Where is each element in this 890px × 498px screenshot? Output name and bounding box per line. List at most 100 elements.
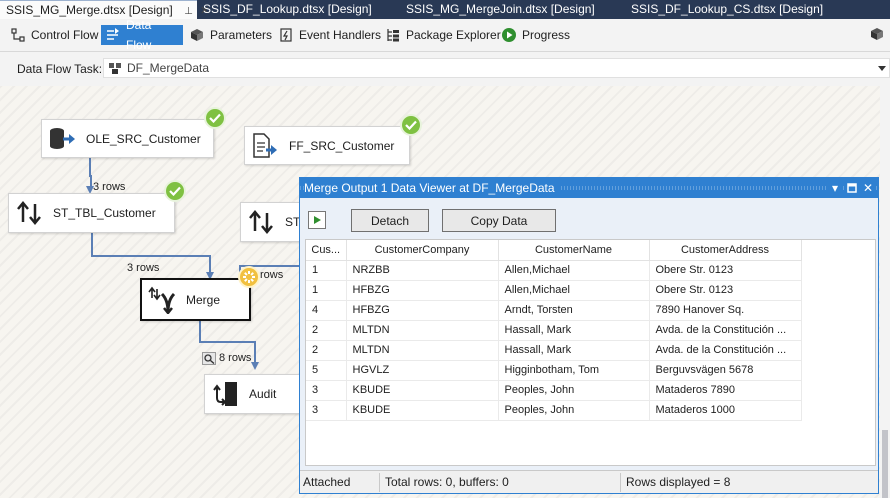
table-cell: HGVLZ <box>346 360 499 381</box>
component-label: FF_SRC_Customer <box>289 138 395 153</box>
flat-file-source-icon <box>251 132 279 160</box>
component-st-tbl-customer[interactable]: ST_TBL_Customer <box>8 193 175 233</box>
data-flow-label: Data Flow <box>126 18 152 52</box>
column-header-cus[interactable]: Cus... <box>306 240 347 261</box>
column-header-customer-name[interactable]: CustomerName <box>498 240 650 261</box>
table-cell: Hassall, Mark <box>498 340 650 361</box>
table-cell: 3 <box>306 400 347 421</box>
table-cell: Higginbotham, Tom <box>498 360 650 381</box>
table-cell: 7890 Hanover Sq. <box>649 300 802 321</box>
data-table: Cus... CustomerCompany CustomerName Cust… <box>306 240 802 421</box>
progress-tab[interactable]: Progress <box>497 25 574 45</box>
component-st-2[interactable]: ST <box>240 202 302 242</box>
component-label: Merge <box>186 292 221 307</box>
copy-data-button[interactable]: Copy Data <box>442 209 556 232</box>
component-merge[interactable]: Merge <box>140 278 251 321</box>
tab-ssis-mg-mergejoin[interactable]: SSIS_MG_MergeJoin.dtsx [Design] <box>400 0 625 19</box>
package-explorer-tab[interactable]: Package Explorer <box>381 25 505 45</box>
table-cell: 2 <box>306 320 347 341</box>
control-flow-label: Control Flow <box>31 28 99 42</box>
merge-icon <box>148 286 176 314</box>
table-cell: 5 <box>306 360 347 381</box>
data-viewer-magnifier-icon[interactable] <box>202 352 216 365</box>
data-viewer-title-bar[interactable]: Merge Output 1 Data Viewer at DF_MergeDa… <box>300 178 878 198</box>
table-cell: Allen,Michael <box>498 280 650 301</box>
table-cell: Arndt, Torsten <box>498 300 650 321</box>
parameters-icon <box>189 27 205 43</box>
table-row[interactable]: 2 MLTDN Hassall, Mark Avda. de la Consti… <box>306 340 802 361</box>
close-icon[interactable]: ✕ <box>861 181 875 195</box>
table-cell: NRZBB <box>346 260 499 281</box>
table-cell: Berguvsvägen 5678 <box>649 360 802 381</box>
column-header-customer-address[interactable]: CustomerAddress <box>649 240 802 261</box>
table-row[interactable]: 1 NRZBB Allen,Michael Obere Str. 0123 <box>306 260 802 281</box>
path-label-merge-to-audit: 8 rows <box>219 352 252 364</box>
component-ff-src-customer[interactable]: FF_SRC_Customer <box>244 126 410 165</box>
detach-button[interactable]: Detach <box>351 209 429 232</box>
table-cell: Avda. de la Constitución ... <box>649 320 802 341</box>
window-menu-chevron-icon[interactable]: ▾ <box>828 181 842 195</box>
table-row[interactable]: 3 KBUDE Peoples, John Mataderos 1000 <box>306 400 802 421</box>
component-audit[interactable]: Audit <box>204 374 302 414</box>
table-cell: KBUDE <box>346 400 499 421</box>
component-label: OLE_SRC_Customer <box>86 131 201 146</box>
tab-label: SSIS_DF_Lookup.dtsx [Design] <box>203 2 372 16</box>
status-total-rows: Total rows: 0, buffers: 0 <box>385 475 509 489</box>
tab-ssis-df-lookup[interactable]: SSIS_DF_Lookup.dtsx [Design] <box>197 0 400 19</box>
success-check-icon <box>400 114 422 136</box>
continue-execution-button[interactable] <box>308 211 326 229</box>
table-row[interactable]: 1 HFBZG Allen,Michael Obere Str. 0123 <box>306 280 802 301</box>
control-flow-icon <box>10 27 26 43</box>
data-viewer-title: Merge Output 1 Data Viewer at DF_MergeDa… <box>304 181 561 195</box>
table-cell: 4 <box>306 300 347 321</box>
event-handlers-icon <box>278 27 294 43</box>
path-label-st-to-merge: 3 rows <box>127 262 160 274</box>
table-cell: Allen,Michael <box>498 260 650 281</box>
table-cell: MLTDN <box>346 340 499 361</box>
table-cell: MLTDN <box>346 320 499 341</box>
sort-icon <box>15 199 43 227</box>
data-flow-task-select[interactable] <box>103 58 890 78</box>
column-header-customer-company[interactable]: CustomerCompany <box>346 240 499 261</box>
data-flow-task-icon <box>109 63 121 74</box>
sort-icon <box>247 208 275 236</box>
table-row[interactable]: 5 HGVLZ Higginbotham, Tom Berguvsvägen 5… <box>306 360 802 381</box>
event-handlers-tab[interactable]: Event Handlers <box>274 25 385 45</box>
table-header-row: Cus... CustomerCompany CustomerName Cust… <box>306 240 802 261</box>
parameters-tab[interactable]: Parameters <box>185 25 276 45</box>
maximize-icon[interactable] <box>845 181 859 195</box>
tab-ssis-df-lookup-cs[interactable]: SSIS_DF_Lookup_CS.dtsx [Design] <box>625 0 850 19</box>
control-flow-tab[interactable]: Control Flow <box>6 25 102 45</box>
table-row[interactable]: 3 KBUDE Peoples, John Mataderos 7890 <box>306 380 802 401</box>
table-cell: HFBZG <box>346 280 499 301</box>
chevron-down-icon[interactable] <box>878 66 886 71</box>
tab-label: SSIS_MG_MergeJoin.dtsx [Design] <box>406 2 595 16</box>
table-cell: Hassall, Mark <box>498 320 650 341</box>
table-cell: KBUDE <box>346 380 499 401</box>
status-attached: Attached <box>303 475 351 489</box>
package-explorer-icon <box>385 27 401 43</box>
data-viewer-grid[interactable]: Cus... CustomerCompany CustomerName Cust… <box>305 239 876 466</box>
scrollbar-thumb[interactable] <box>882 430 888 498</box>
progress-label: Progress <box>522 28 571 42</box>
package-cube-icon[interactable] <box>870 27 884 41</box>
data-viewer-window[interactable]: Merge Output 1 Data Viewer at DF_MergeDa… <box>299 177 879 494</box>
table-cell: 2 <box>306 340 347 361</box>
component-label: ST_TBL_Customer <box>53 206 156 220</box>
data-flow-icon <box>105 27 121 43</box>
canvas-vertical-scrollbar[interactable] <box>880 86 890 498</box>
table-row[interactable]: 2 MLTDN Hassall, Mark Avda. de la Consti… <box>306 320 802 341</box>
parameters-label: Parameters <box>210 28 273 42</box>
package-explorer-label: Package Explorer <box>406 28 501 42</box>
table-cell: Mataderos 7890 <box>649 380 802 401</box>
table-row[interactable]: 4 HFBZG Arndt, Torsten 7890 Hanover Sq. <box>306 300 802 321</box>
data-flow-tab[interactable]: Data Flow <box>101 18 183 52</box>
audit-icon <box>211 380 239 408</box>
component-ole-src-customer[interactable]: OLE_SRC_Customer <box>41 119 214 158</box>
table-cell: Obere Str. 0123 <box>649 260 802 281</box>
success-check-icon <box>204 107 226 129</box>
status-rows-displayed: Rows displayed = 8 <box>626 475 731 489</box>
success-check-icon <box>164 180 186 202</box>
table-cell: Avda. de la Constitución ... <box>649 340 802 361</box>
tab-label: SSIS_DF_Lookup_CS.dtsx [Design] <box>631 2 824 16</box>
